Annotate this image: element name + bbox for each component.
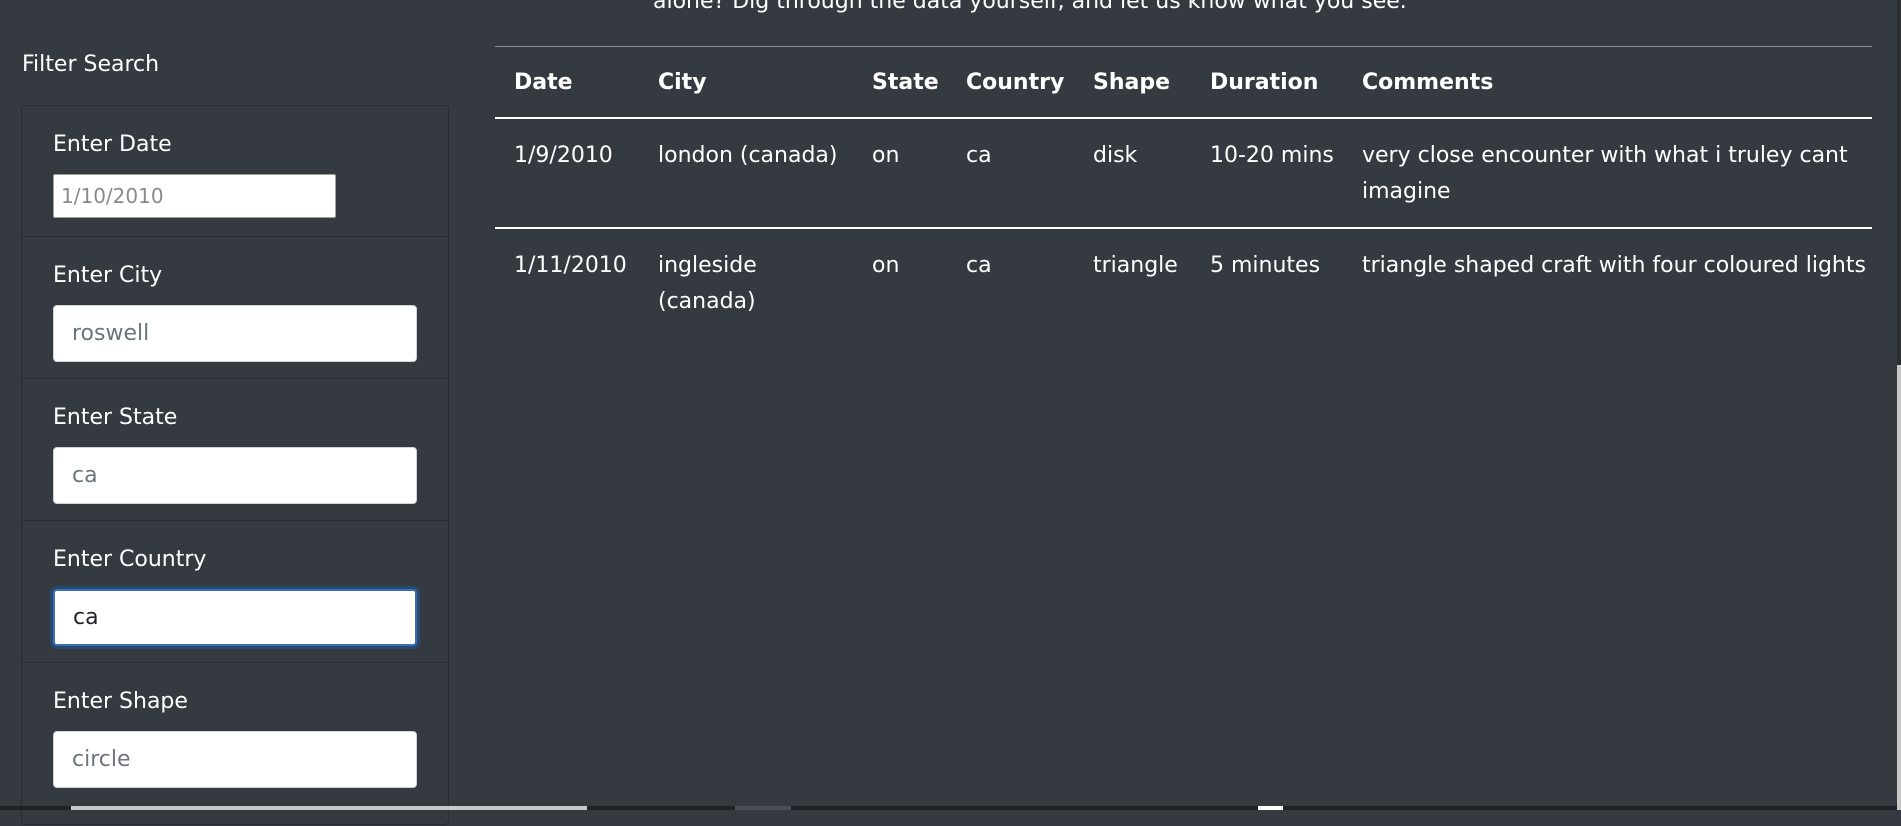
vertical-scrollbar-thumb[interactable] (1897, 365, 1901, 810)
city-input[interactable] (53, 305, 417, 362)
column-header-city: City (639, 46, 853, 119)
state-label: Enter State (53, 405, 178, 430)
cell-country: ca (966, 253, 992, 278)
column-header-state: State (853, 46, 947, 119)
ufo-table: Date City State Country Shape Duration C… (495, 46, 1872, 337)
filter-search-title: Filter Search (22, 52, 160, 77)
country-input[interactable] (53, 589, 417, 646)
filter-item-city: Enter City (22, 237, 448, 379)
column-header-shape: Shape (1074, 46, 1191, 119)
column-header-date: Date (495, 46, 639, 119)
cell-shape: disk (1074, 118, 1191, 229)
cell-comments: very close encounter with what i truley … (1343, 118, 1872, 229)
column-header-duration: Duration (1191, 46, 1343, 119)
horizontal-scrollbar-thumb[interactable] (71, 806, 587, 810)
table-header-row: Date City State Country Shape Duration C… (495, 46, 1872, 119)
cell-date: 1/11/2010 (514, 253, 627, 278)
scrollbar-marker (1258, 806, 1283, 810)
filter-item-country: Enter Country (22, 521, 448, 663)
date-input[interactable] (53, 174, 336, 218)
cell-date: 1/9/2010 (495, 118, 639, 229)
filter-item-shape: Enter Shape (22, 663, 448, 826)
filter-item-state: Enter State (22, 379, 448, 521)
shape-label: Enter Shape (53, 689, 188, 714)
state-input[interactable] (53, 447, 417, 504)
horizontal-scrollbar[interactable] (0, 806, 1897, 810)
cell-country: ca (947, 118, 1074, 229)
city-label: Enter City (53, 263, 163, 288)
cell-state: on (853, 118, 947, 229)
table-row: 1/11/2010 ingleside (canada) on ca trian… (495, 228, 1872, 337)
cell-city: ingleside (canada) (658, 253, 757, 314)
ufo-table-container: Date City State Country Shape Duration C… (495, 46, 1872, 337)
column-header-comments: Comments (1343, 46, 1872, 119)
cell-duration: 5 minutes (1210, 253, 1321, 278)
cell-comments: triangle shaped craft with four coloured… (1362, 253, 1866, 278)
intro-text: alone? Dig through the data yourself, an… (653, 0, 1407, 14)
cell-shape: triangle (1093, 253, 1178, 278)
cell-state: on (872, 253, 900, 278)
cell-city: london (canada) (639, 118, 853, 229)
shape-input[interactable] (53, 731, 417, 788)
vertical-scrollbar[interactable] (1897, 0, 1901, 810)
scrollbar-marker (735, 806, 791, 810)
cell-duration: 10-20 mins (1191, 118, 1343, 229)
table-row: 1/9/2010 london (canada) on ca disk 10-2… (495, 118, 1872, 229)
column-header-country: Country (947, 46, 1074, 119)
date-label: Enter Date (53, 132, 172, 157)
filter-list: Enter Date Enter City Enter State Enter … (21, 105, 449, 825)
filter-item-date: Enter Date (22, 106, 448, 237)
country-label: Enter Country (53, 547, 207, 572)
